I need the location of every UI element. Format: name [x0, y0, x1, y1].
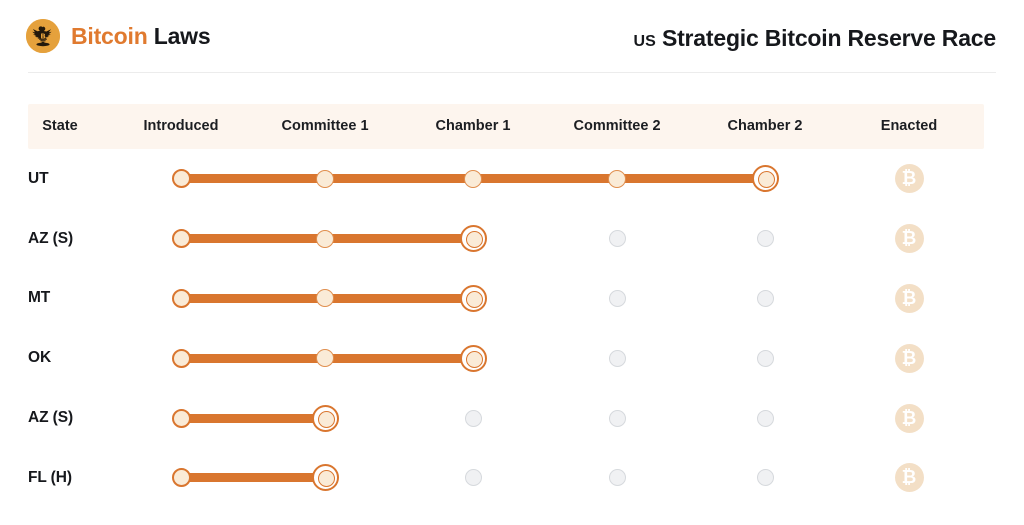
state-label: MT [28, 289, 50, 307]
stage-node-complete[interactable] [464, 170, 482, 188]
column-header-introduced: Introduced [101, 104, 261, 149]
table-body: UT ₿ AZ (S) ₿ MT ₿ OK ₿ AZ (S) ₿ FL (H) ₿ [28, 149, 984, 508]
stage-node-current[interactable] [460, 285, 487, 312]
svg-text:B: B [40, 32, 45, 40]
stage-node-complete[interactable] [172, 169, 191, 188]
brand-title-bitcoin: Bitcoin [71, 23, 148, 49]
stage-node-inactive[interactable] [465, 410, 482, 427]
page-title-main: Strategic Bitcoin Reserve Race [656, 25, 996, 51]
enacted-bitcoin-icon: ₿ [895, 224, 924, 253]
stage-node-inactive[interactable] [757, 230, 774, 247]
stage-node-complete[interactable] [172, 349, 191, 368]
stage-node-inactive[interactable] [757, 350, 774, 367]
eagle-seal-icon: B [26, 19, 60, 53]
page-title-prefix: US [634, 33, 656, 50]
page-title: US Strategic Bitcoin Reserve Race [634, 27, 996, 50]
stage-node-current[interactable] [312, 405, 339, 432]
bitcoin-laws-tracker-page: B Bitcoin Laws US Strategic Bitcoin Rese… [0, 0, 1024, 525]
column-header-committee-2: Committee 2 [537, 104, 697, 149]
stage-node-complete[interactable] [172, 409, 191, 428]
stage-node-inactive[interactable] [465, 469, 482, 486]
column-header-enacted: Enacted [829, 104, 989, 149]
table-row[interactable]: AZ (S) ₿ [28, 209, 984, 269]
stage-node-complete[interactable] [316, 230, 334, 248]
top-bar: B Bitcoin Laws US Strategic Bitcoin Rese… [0, 0, 1024, 73]
progress-track [181, 473, 325, 482]
column-header-committee-1: Committee 1 [245, 104, 405, 149]
state-label: AZ (S) [28, 409, 73, 427]
stage-node-complete[interactable] [172, 468, 191, 487]
enacted-bitcoin-icon: ₿ [895, 284, 924, 313]
enacted-bitcoin-icon: ₿ [895, 463, 924, 492]
stage-node-inactive[interactable] [609, 230, 626, 247]
stage-node-complete[interactable] [316, 170, 334, 188]
brand-title: Bitcoin Laws [71, 25, 210, 48]
stage-node-inactive[interactable] [757, 469, 774, 486]
column-header-chamber-1: Chamber 1 [393, 104, 553, 149]
column-header-chamber-2: Chamber 2 [685, 104, 845, 149]
state-label: AZ (S) [28, 230, 73, 248]
stage-node-complete[interactable] [608, 170, 626, 188]
header-divider [28, 72, 996, 73]
stage-node-current[interactable] [312, 464, 339, 491]
state-label: UT [28, 170, 48, 188]
stage-node-inactive[interactable] [609, 290, 626, 307]
enacted-bitcoin-icon: ₿ [895, 404, 924, 433]
stage-node-inactive[interactable] [609, 350, 626, 367]
stage-node-inactive[interactable] [609, 410, 626, 427]
table-header-row: StateIntroducedCommittee 1Chamber 1Commi… [28, 104, 984, 149]
stage-node-complete[interactable] [316, 289, 334, 307]
state-label: FL (H) [28, 469, 72, 487]
table-row[interactable]: MT ₿ [28, 269, 984, 329]
table-row[interactable]: FL (H) ₿ [28, 448, 984, 508]
stage-node-inactive[interactable] [609, 469, 626, 486]
table-row[interactable]: AZ (S) ₿ [28, 388, 984, 448]
stage-node-current[interactable] [460, 345, 487, 372]
enacted-bitcoin-icon: ₿ [895, 164, 924, 193]
brand-title-laws: Laws [148, 23, 211, 49]
table-row[interactable]: OK ₿ [28, 328, 984, 388]
stage-node-inactive[interactable] [757, 410, 774, 427]
stage-node-current[interactable] [752, 165, 779, 192]
progress-track [181, 414, 325, 423]
reserve-race-table: StateIntroducedCommittee 1Chamber 1Commi… [28, 104, 984, 508]
brand-logo-group[interactable]: B Bitcoin Laws [26, 19, 210, 53]
table-row[interactable]: UT ₿ [28, 149, 984, 209]
enacted-bitcoin-icon: ₿ [895, 344, 924, 373]
state-label: OK [28, 349, 51, 367]
stage-node-complete[interactable] [172, 289, 191, 308]
stage-node-current[interactable] [460, 225, 487, 252]
stage-node-complete[interactable] [316, 349, 334, 367]
stage-node-complete[interactable] [172, 229, 191, 248]
stage-node-inactive[interactable] [757, 290, 774, 307]
